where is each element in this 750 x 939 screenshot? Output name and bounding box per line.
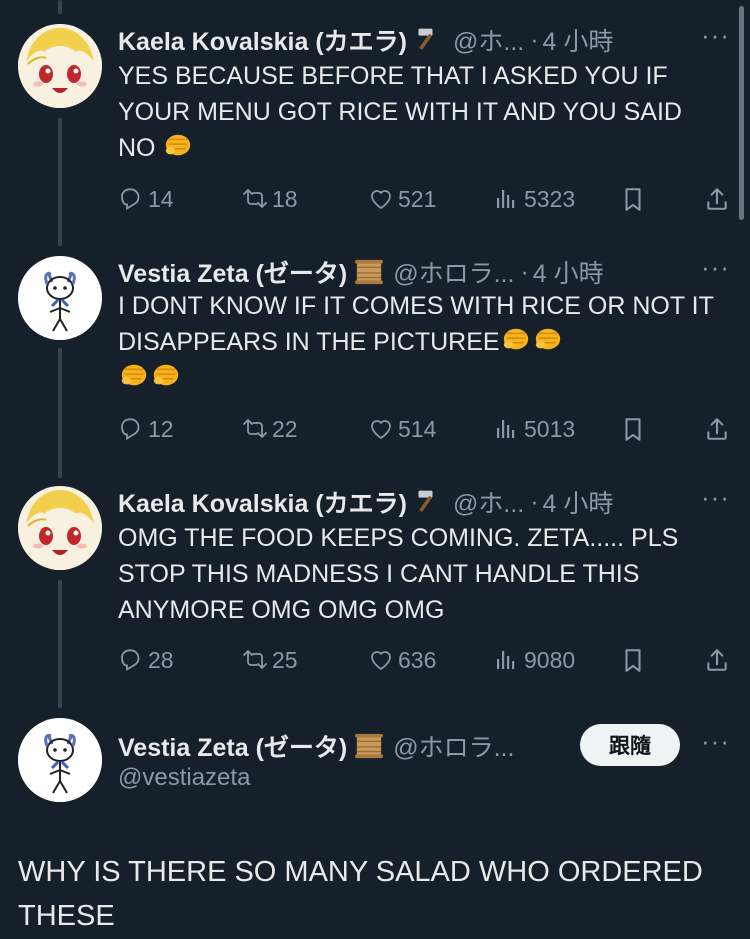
author-handle[interactable]: @ホロラ... [393, 728, 514, 764]
views-icon [497, 420, 515, 438]
separator-dot: · [530, 25, 539, 54]
bookmark-button[interactable] [620, 416, 650, 442]
author-handle[interactable]: @ホロラ... [393, 254, 514, 290]
views-button[interactable]: 9080 [494, 647, 575, 674]
bookmark-icon [625, 649, 641, 672]
fist-emoji-icon [534, 327, 561, 351]
fist-emoji-icon [165, 133, 192, 157]
views-button[interactable]: 5323 [494, 186, 575, 213]
share-icon [707, 188, 727, 210]
tweet-text-content: YES BECAUSE BEFORE THAT I ASKED YOU IF Y… [118, 62, 682, 162]
heart-icon [371, 190, 391, 209]
author-handle[interactable]: @ホ... [453, 484, 524, 520]
tweet-text: OMG THE FOOD KEEPS COMING. ZETA..... PLS… [118, 520, 723, 628]
reply-button[interactable]: 12 [118, 416, 174, 443]
retweet-icon [243, 189, 267, 208]
fist-emoji-icon [121, 363, 147, 387]
share-button[interactable] [704, 416, 734, 442]
tweet-text: WHY IS THERE SO MANY SALAD WHO ORDERED T… [18, 856, 703, 932]
retweet-icon [243, 650, 267, 669]
retweet-icon [243, 419, 267, 438]
author-handle-full[interactable]: @vestiazeta [118, 764, 250, 792]
views-icon [497, 651, 515, 669]
hammer-icon [418, 28, 433, 51]
timestamp[interactable]: 4 小時 [533, 254, 604, 290]
thread-connector [58, 118, 62, 246]
more-options-button[interactable]: ··· [701, 20, 730, 51]
follow-button[interactable]: 跟隨 [580, 724, 680, 766]
more-options-button[interactable]: ··· [701, 726, 730, 757]
tweet-text: YES BECAUSE BEFORE THAT I ASKED YOU IF Y… [118, 58, 723, 166]
views-count: 5013 [524, 415, 576, 442]
scroll-icon [354, 733, 384, 759]
retweet-count: 25 [272, 646, 298, 673]
avatar[interactable] [18, 24, 102, 108]
retweet-count: 22 [272, 415, 298, 442]
reply-icon [121, 649, 140, 671]
author-name[interactable]: Kaela Kovalskia (カエラ) [118, 22, 407, 58]
avatar[interactable] [18, 718, 102, 802]
timestamp[interactable]: 4 小時 [543, 484, 614, 520]
like-button[interactable]: 514 [368, 416, 436, 443]
reply-count: 28 [148, 646, 174, 673]
share-icon [707, 418, 727, 440]
bookmark-button[interactable] [620, 647, 650, 673]
thread-connector [58, 580, 62, 708]
tweet-text-content: OMG THE FOOD KEEPS COMING. ZETA..... PLS… [118, 524, 679, 624]
like-button[interactable]: 636 [368, 647, 436, 674]
hammer-icon [418, 490, 433, 513]
author-handle[interactable]: @ホ... [453, 22, 524, 58]
reply-count: 12 [148, 415, 174, 442]
share-button[interactable] [704, 186, 734, 212]
heart-icon [371, 651, 391, 670]
thread-connector [58, 348, 62, 478]
heart-icon [371, 420, 391, 439]
bookmark-icon [625, 188, 641, 211]
share-icon [707, 649, 727, 671]
bookmark-icon [625, 418, 641, 441]
more-options-button[interactable]: ··· [701, 482, 730, 513]
tweet-text-content: I DONT KNOW IF IT COMES WITH RICE OR NOT… [118, 292, 714, 356]
author-name[interactable]: Kaela Kovalskia (カエラ) [118, 484, 407, 520]
like-count: 521 [398, 185, 437, 212]
separator-dot: · [530, 487, 539, 516]
views-button[interactable]: 5013 [494, 416, 575, 443]
author-name[interactable]: Vestia Zeta (ゼータ) [118, 254, 347, 290]
views-count: 9080 [524, 646, 576, 673]
like-button[interactable]: 521 [368, 186, 436, 213]
reply-icon [121, 418, 140, 440]
like-count: 636 [398, 646, 437, 673]
scroll-icon [354, 259, 384, 285]
retweet-button[interactable]: 25 [242, 647, 298, 674]
like-count: 514 [398, 415, 437, 442]
more-options-button[interactable]: ··· [701, 252, 730, 283]
retweet-button[interactable]: 22 [242, 416, 298, 443]
retweet-count: 18 [272, 185, 298, 212]
author-name[interactable]: Vestia Zeta (ゼータ) [118, 728, 347, 764]
thread-connector [58, 0, 62, 14]
reply-icon [121, 188, 140, 210]
avatar[interactable] [18, 256, 102, 340]
reply-button[interactable]: 14 [118, 186, 174, 213]
reply-count: 14 [148, 185, 174, 212]
separator-dot: · [520, 257, 529, 286]
views-count: 5323 [524, 185, 576, 212]
reply-button[interactable]: 28 [118, 647, 174, 674]
retweet-button[interactable]: 18 [242, 186, 298, 213]
views-icon [497, 190, 515, 208]
fist-emoji-icon [502, 327, 529, 351]
share-button[interactable] [704, 647, 734, 673]
tweet-text: I DONT KNOW IF IT COMES WITH RICE OR NOT… [118, 288, 723, 396]
avatar[interactable] [18, 486, 102, 570]
bookmark-button[interactable] [620, 186, 650, 212]
timestamp[interactable]: 4 小時 [543, 22, 614, 58]
fist-emoji-icon [153, 363, 179, 387]
